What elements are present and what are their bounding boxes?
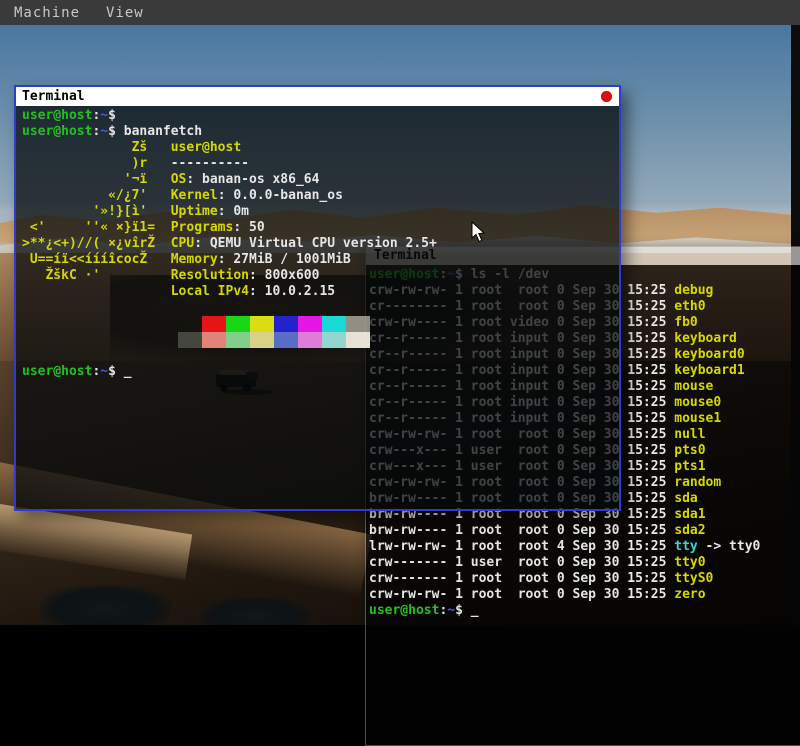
listing-row: lrw-rw-rw- 1 root root 4 Sep 30 15:25 tt… (369, 539, 800, 555)
palette-swatch (298, 332, 322, 348)
fetch-line: <' ''« ×}ï1= Programs: 50 (22, 220, 619, 236)
prompt-line: user@host:~$ (22, 108, 619, 124)
color-palette (178, 316, 619, 348)
terminal1-titlebar[interactable]: Terminal (16, 87, 619, 106)
palette-swatch (178, 316, 202, 332)
command-line: user@host:~$ bananfetch (22, 124, 619, 140)
listing-row: crw------- 1 user root 0 Sep 30 15:25 tt… (369, 555, 800, 571)
terminal1-window: Terminal user@host:~$ user@host:~$ banan… (14, 85, 621, 511)
fetch-line: Local IPv4: 10.0.2.15 (22, 284, 619, 300)
palette-swatch (274, 316, 298, 332)
palette-swatch (322, 332, 346, 348)
close-button-icon[interactable] (601, 91, 612, 102)
palette-swatch (226, 316, 250, 332)
fetch-line: >**¿<+)//( ×¿vîrŽ CPU: QEMU Virtual CPU … (22, 236, 619, 252)
wallpaper-bush (40, 585, 170, 625)
palette-swatch (178, 332, 202, 348)
fetch-line: «/¿7' Kernel: 0.0.0-banan_os (22, 188, 619, 204)
fetch-line: Zš user@host (22, 140, 619, 156)
fetch-line: ŽškC ·' Resolution: 800x600 (22, 268, 619, 284)
listing-row: crw------- 1 root root 0 Sep 30 15:25 tt… (369, 571, 800, 587)
prompt-line: user@host:~$ _ (22, 364, 619, 380)
palette-swatch (298, 316, 322, 332)
palette-swatch (250, 316, 274, 332)
palette-swatch (322, 316, 346, 332)
palette-swatch (274, 332, 298, 348)
palette-swatch (202, 332, 226, 348)
menu-machine[interactable]: Machine (14, 5, 80, 21)
palette-swatch (250, 332, 274, 348)
vm-menu-bar: Machine View (0, 0, 800, 25)
mouse-cursor-icon (471, 221, 486, 243)
terminal1-content[interactable]: user@host:~$ user@host:~$ bananfetch Zš … (16, 106, 619, 509)
blank-line (22, 348, 619, 364)
fetch-line: '¬ï OS: banan-os x86_64 (22, 172, 619, 188)
fetch-line: '»!}[ì' Uptime: 0m (22, 204, 619, 220)
wallpaper-bush (200, 597, 310, 625)
fetch-line: )r ---------- (22, 156, 619, 172)
listing-row: crw-rw-rw- 1 root root 0 Sep 30 15:25 ze… (369, 587, 800, 603)
palette-swatch (202, 316, 226, 332)
palette-swatch (346, 332, 370, 348)
blank-line (22, 300, 619, 316)
listing-row: brw-rw---- 1 root root 0 Sep 30 15:25 sd… (369, 523, 800, 539)
menu-view[interactable]: View (106, 5, 144, 21)
palette-swatch (346, 316, 370, 332)
terminal1-title: Terminal (22, 89, 85, 105)
palette-swatch (226, 332, 250, 348)
prompt-line: user@host:~$ _ (369, 603, 800, 619)
fetch-line: U==íï<<íííîcocŽ Memory: 27MiB / 1001MiB (22, 252, 619, 268)
